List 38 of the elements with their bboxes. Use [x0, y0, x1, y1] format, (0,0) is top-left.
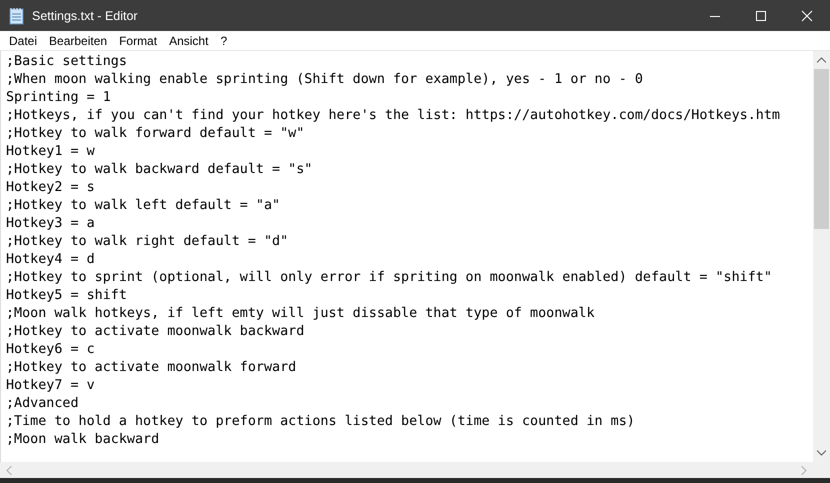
text-line: ;Hotkeys, if you can't find your hotkey here's the list: https://autohotkey.com/docs/Hotkeys.htm	[6, 107, 780, 125]
close-icon[interactable]	[801, 10, 813, 22]
text-line: Hotkey3 = a	[6, 215, 95, 233]
menu-item[interactable]: Ansicht	[163, 34, 214, 48]
window-title: Settings.txt - Editor	[32, 8, 138, 22]
text-line: Hotkey7 = v	[6, 377, 95, 395]
text-line: Hotkey5 = shift	[6, 287, 127, 305]
scroll-right-icon[interactable]	[801, 466, 807, 474]
text-line: ;Moon walk hotkeys, if left emty will just dissable that type of moonwalk	[6, 305, 595, 323]
text-line: ;Hotkey to walk forward default = "w"	[6, 125, 304, 143]
menu-item[interactable]: Datei	[3, 34, 44, 48]
text-line: ;When moon walking enable sprinting (Shift down for example), yes - 1 or no - 0	[6, 71, 643, 89]
text-line: ;Advanced	[6, 395, 79, 413]
menu-item[interactable]: Format	[113, 34, 164, 48]
text-line: Sprinting = 1	[6, 89, 111, 107]
text-line: ;Hotkey to walk left default = "a"	[6, 197, 280, 215]
text-line: Hotkey6 = c	[6, 341, 95, 359]
maximize-icon[interactable]	[755, 10, 767, 22]
vertical-scrollbar[interactable]	[813, 51, 830, 462]
text-line: ;Hotkey to activate moonwalk backward	[6, 323, 304, 341]
notepad-icon	[9, 6, 25, 24]
text-line: ;Hotkey to sprint (optional, will only error if spriting on moonwalk enabled) default = "shift"	[6, 269, 772, 287]
scroll-down-icon[interactable]	[817, 450, 826, 456]
text-line: Hotkey2 = s	[6, 179, 95, 197]
text-line: Hotkey4 = d	[6, 251, 95, 269]
scroll-left-icon[interactable]	[6, 466, 12, 474]
menu-item[interactable]: ?	[214, 34, 234, 48]
menu-item[interactable]: Bearbeiten	[43, 34, 114, 48]
text-line: ;Moon walk backward	[6, 431, 160, 449]
text-line: ;Hotkey to activate moonwalk forward	[6, 359, 296, 377]
text-line: ;Basic settings	[6, 53, 127, 71]
scroll-up-icon[interactable]	[817, 57, 826, 63]
scroll-thumb[interactable]	[814, 69, 829, 229]
text-line: ;Hotkey to walk right default = "d"	[6, 233, 288, 251]
text-line: Hotkey1 = w	[6, 143, 95, 161]
horizontal-scrollbar[interactable]	[0, 462, 813, 478]
text-line: ;Time to hold a hotkey to preform actions listed below (time is counted in ms)	[6, 413, 635, 431]
text-line: ;Hotkey to walk backward default = "s"	[6, 161, 312, 179]
